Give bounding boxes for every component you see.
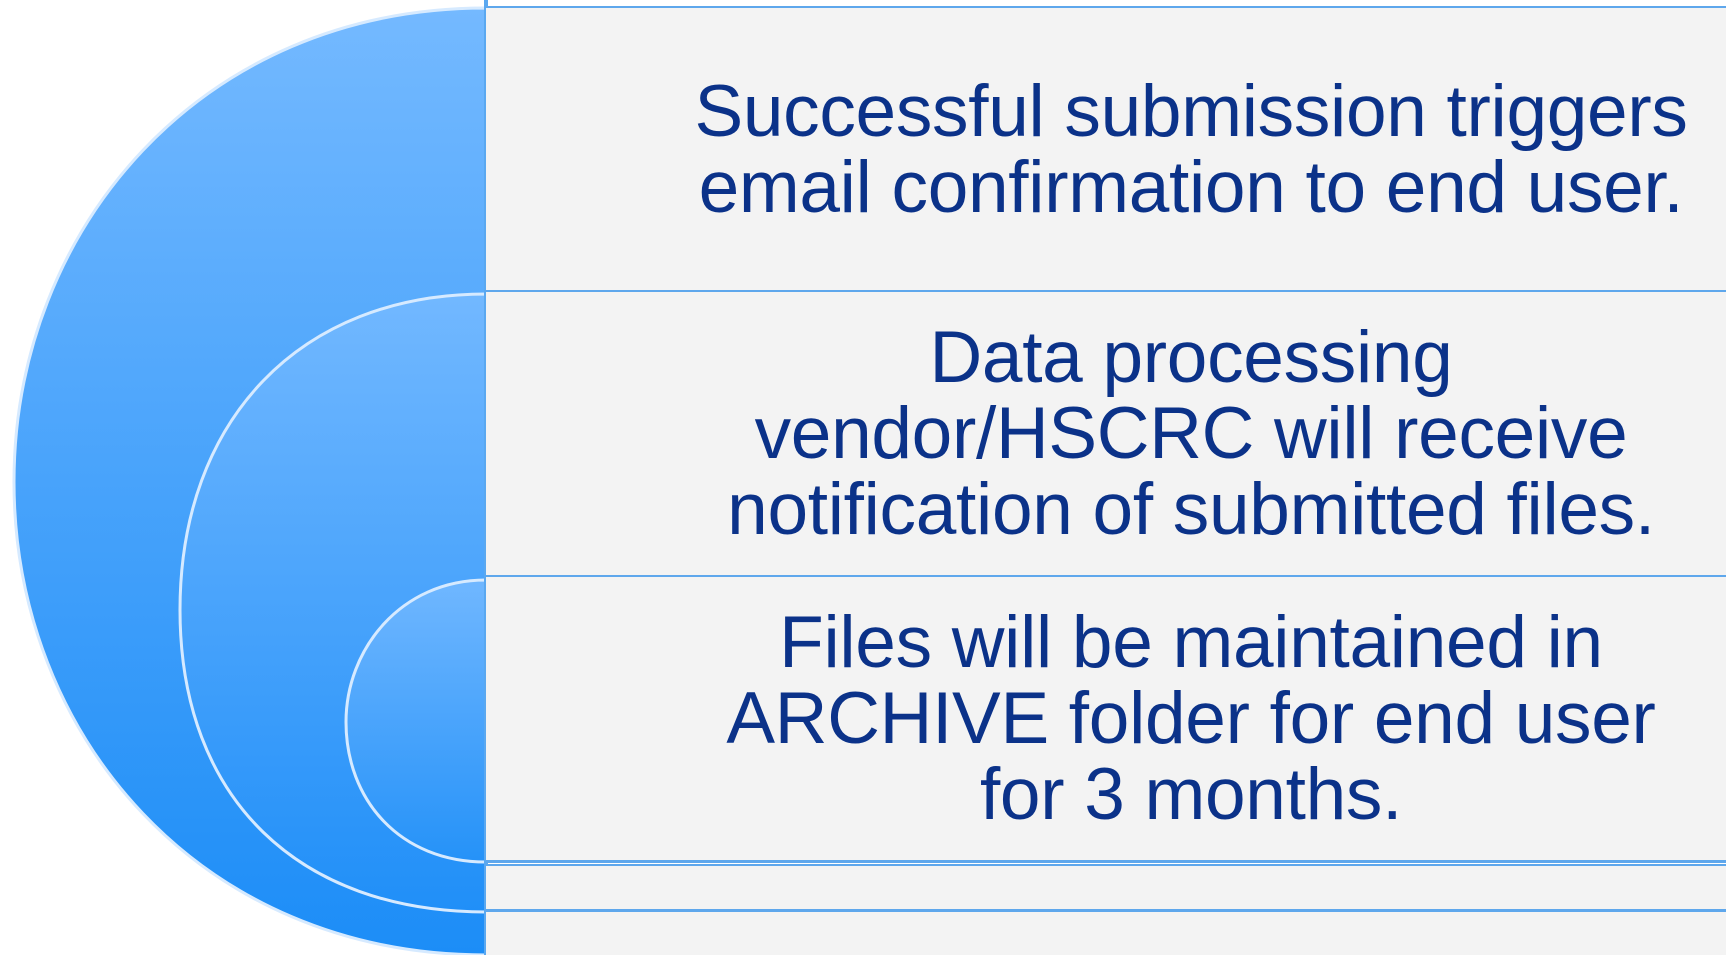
nested-arcs — [12, 6, 488, 955]
step-text-2: Data processing vendor/HSCRC will receiv… — [727, 317, 1655, 550]
step-text-1: Successful submission triggers email con… — [694, 70, 1688, 228]
step-text-3: Files will be maintained in ARCHIVE fold… — [726, 601, 1656, 835]
step-panel-2: Data processing vendor/HSCRC will receiv… — [486, 290, 1726, 576]
diagram-stage: Successful submission triggers email con… — [0, 0, 1726, 955]
step-panel-1: Successful submission triggers email con… — [486, 6, 1726, 291]
step-panel-3: Files will be maintained in ARCHIVE fold… — [486, 575, 1726, 863]
empty-panel-strip-1 — [486, 864, 1726, 912]
empty-panel-strip-2 — [486, 910, 1726, 955]
